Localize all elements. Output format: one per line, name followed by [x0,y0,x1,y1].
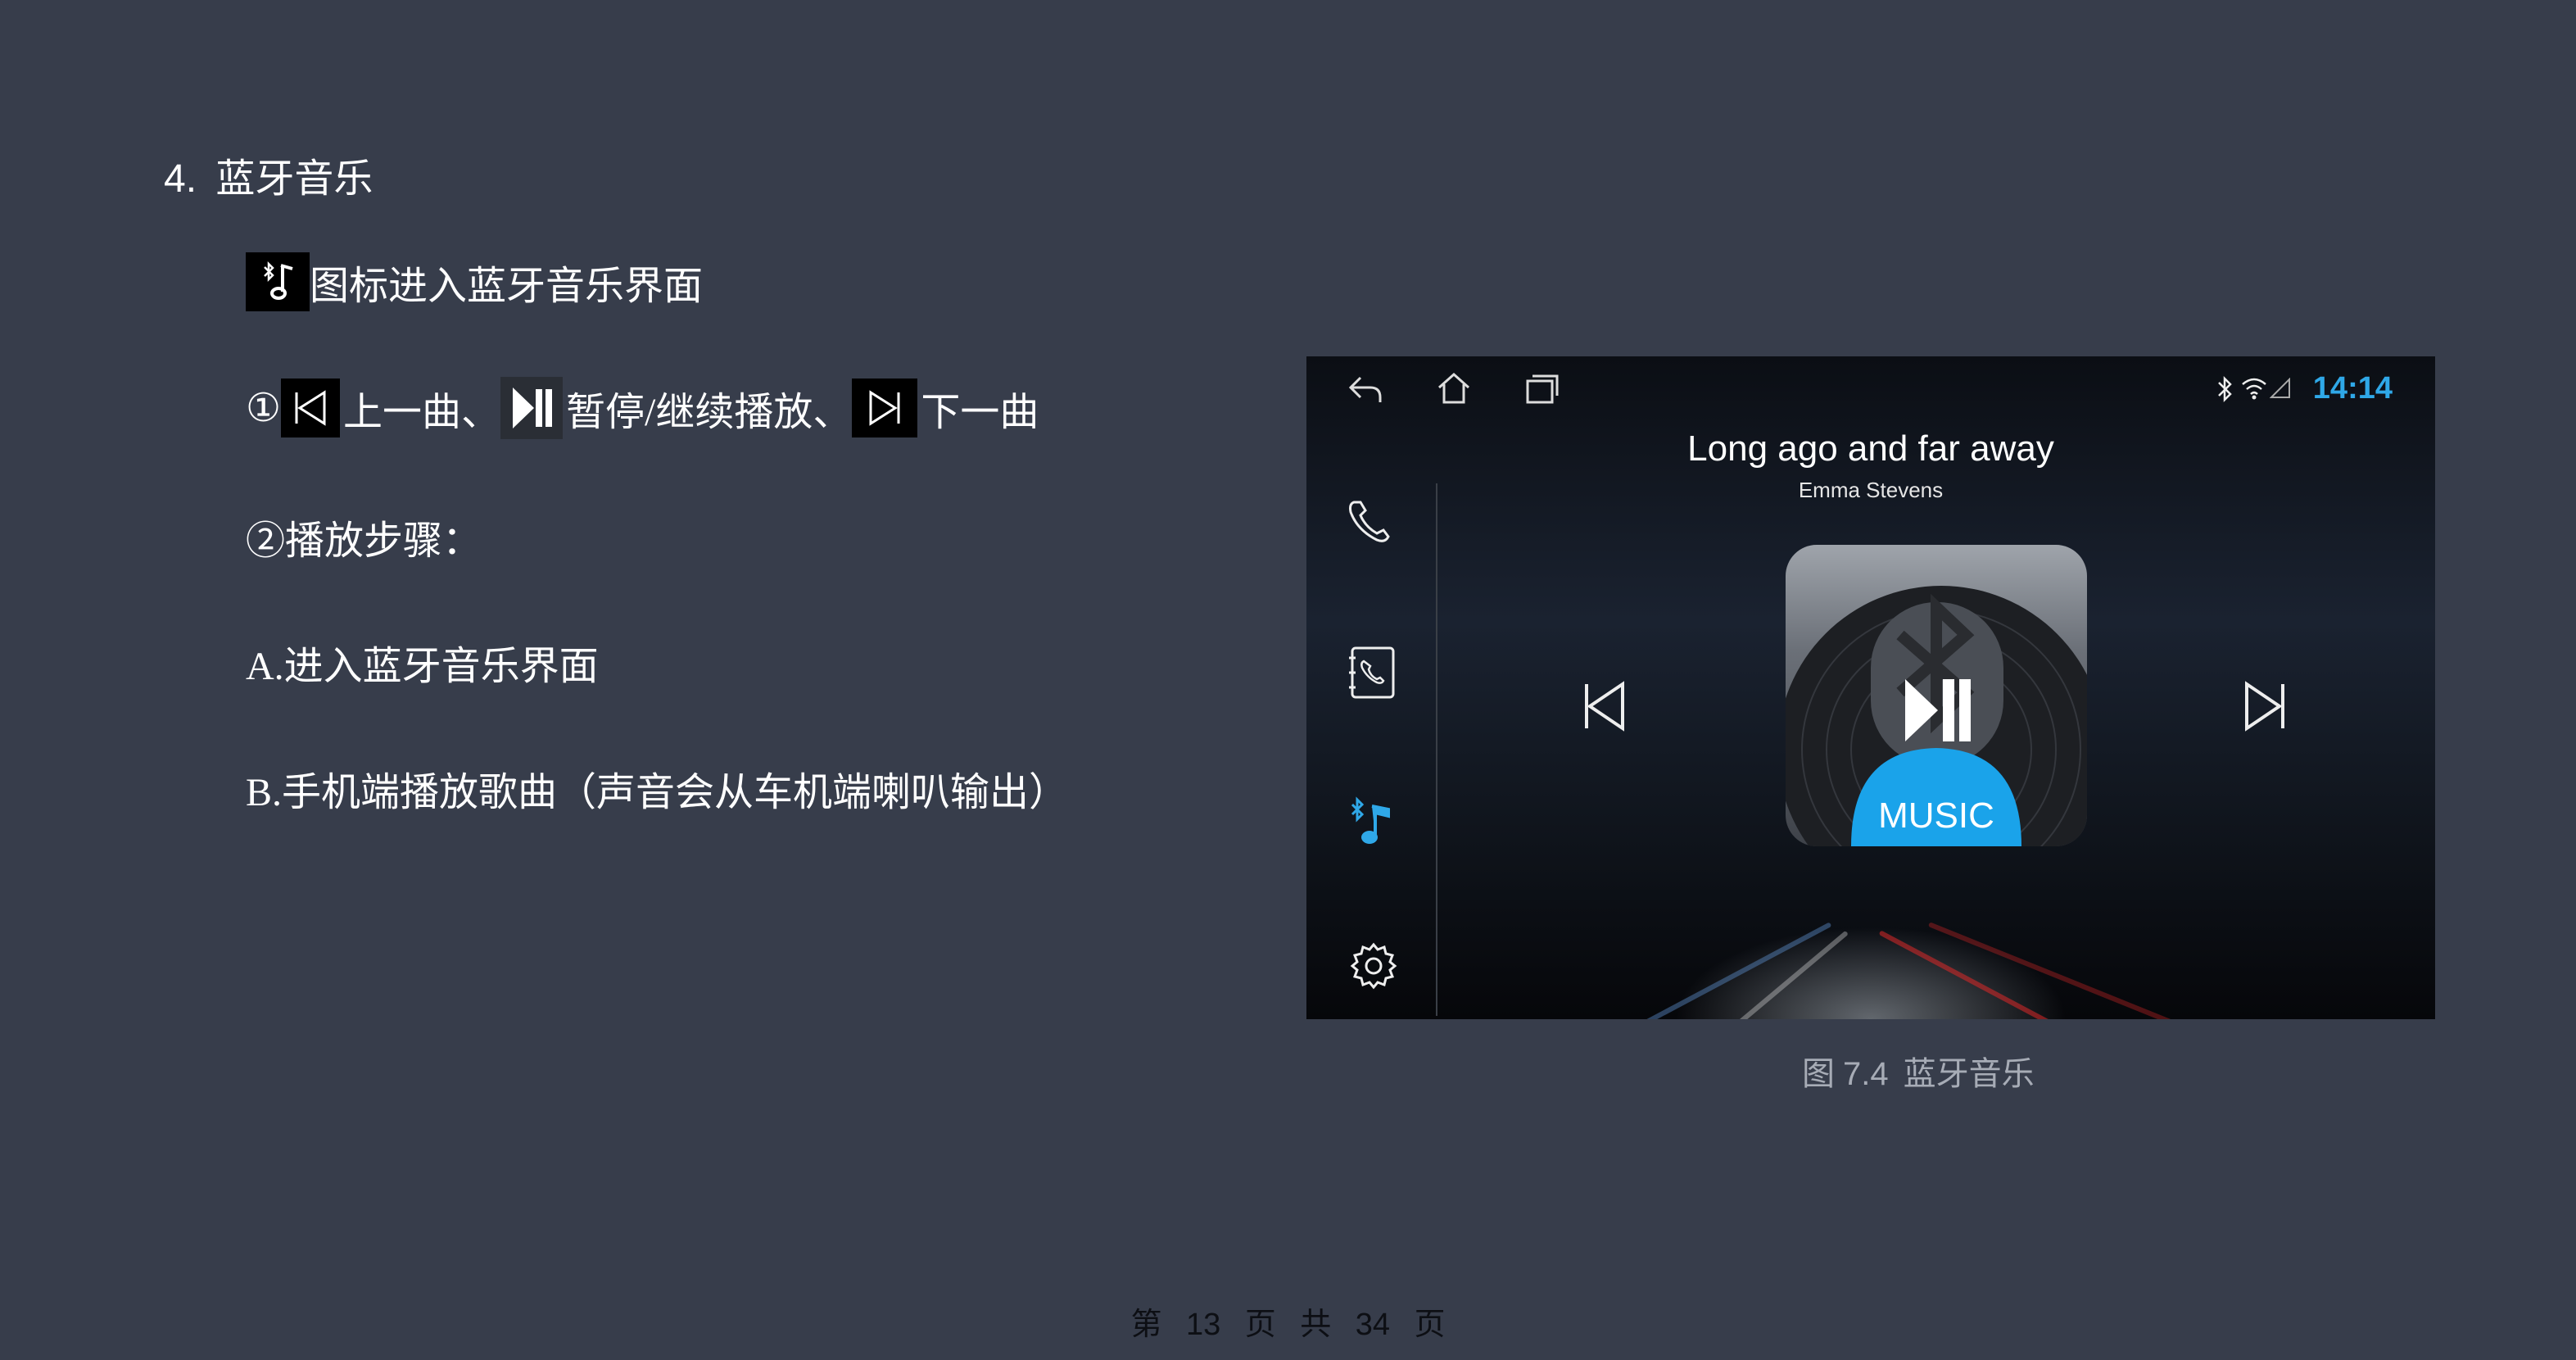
home-icon[interactable] [1434,369,1474,411]
contacts-icon[interactable] [1346,645,1398,705]
next-track-icon [852,379,918,437]
footer-total-pages: 34 [1355,1308,1391,1342]
section-title: 蓝牙音乐 [215,157,373,201]
play-pause-button[interactable] [1900,673,1976,752]
play-pause-icon [500,377,564,439]
caption-title: 蓝牙音乐 [1903,1055,2035,1092]
bluetooth-music-icon [246,252,310,311]
settings-icon[interactable] [1347,940,1400,996]
intro-text: 图标进入蓝牙音乐界面 [310,265,704,308]
next-label: 下一曲 [921,391,1039,434]
section-heading: 4. 蓝牙音乐 [164,146,373,203]
previous-track-icon [281,379,341,437]
page-footer: 第 13 页 共 34 页 [0,1299,2576,1344]
footer-page-mid: 页 [1244,1308,1276,1342]
controls-line: ① 上一曲、 暂停/继续播放、 下一曲 [246,377,1039,439]
status-clock: 14:14 [2312,371,2393,406]
back-icon[interactable] [1346,371,1385,411]
controls-prefix: ① [246,387,282,430]
song-artist: Emma Stevens [1798,478,1944,502]
figure-caption: 图 7.4 蓝牙音乐 [1802,1047,2035,1095]
footer-page-number: 13 [1185,1308,1221,1342]
bluetooth-music-nav-icon[interactable] [1347,795,1400,853]
caption-number: 7.4 [1843,1056,1889,1092]
next-track-button[interactable] [2240,678,2289,739]
footer-page-prefix: 第 [1130,1308,1162,1342]
previous-label: 上一曲、 [343,391,501,434]
steps-heading: ②播放步骤： [246,519,482,563]
wifi-status-icon [2240,376,2268,405]
step-b: B.手机端播放歌曲（声音会从车机端喇叭输出） [246,771,1069,814]
status-bar: 14:14 [1306,356,2435,422]
album-label: MUSIC [1878,796,1994,836]
signal-status-icon [2269,377,2291,403]
caption-figure: 图 [1802,1055,1835,1092]
phone-icon[interactable] [1342,496,1400,552]
app-sidebar [1306,422,1437,1019]
song-title: Long ago and far away [1687,428,2054,469]
play-pause-label: 暂停/继续播放、 [566,391,853,434]
sidebar-divider [1436,483,1437,1016]
footer-total-prefix: 共 [1300,1308,1332,1342]
recent-apps-icon[interactable] [1523,371,1560,411]
bluetooth-status-icon [2214,374,2237,408]
step-a: A.进入蓝牙音乐界面 [246,645,599,688]
footer-total-suffix: 页 [1414,1308,1446,1342]
previous-track-button[interactable] [1580,678,1629,739]
section-number: 4. [164,157,197,201]
intro-line: 图标进入蓝牙音乐界面 [246,252,703,311]
music-screen: 14:14 Long ago and far away Emma Stevens [1306,356,2435,1019]
album-art: MUSIC [1786,545,2087,846]
